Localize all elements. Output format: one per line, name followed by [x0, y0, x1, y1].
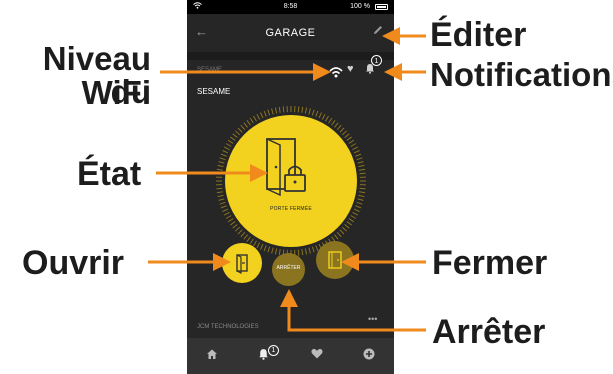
- callout-notifications: Notifications: [430, 56, 613, 93]
- bottom-tab-bar: 1: [187, 338, 394, 374]
- favorites-tab-icon[interactable]: [311, 348, 323, 362]
- nav-bar: ← GARAGE: [187, 14, 394, 52]
- more-options-icon[interactable]: •••: [368, 314, 377, 324]
- status-bar: 8:58 100 %: [187, 0, 394, 14]
- callout-edit: Éditer: [430, 16, 527, 54]
- callout-state: État: [77, 155, 142, 193]
- edit-pencil-icon[interactable]: [372, 24, 384, 39]
- wifi-level-icon: [329, 65, 343, 79]
- open-button[interactable]: [222, 243, 262, 283]
- device-small-label: SESAME: [197, 67, 223, 73]
- page-title: GARAGE: [265, 27, 316, 39]
- battery-percent: 100 %: [350, 3, 370, 10]
- state-button[interactable]: [225, 115, 357, 247]
- callout-stop: Arrêter: [432, 313, 546, 351]
- tab-notifications-badge: 1: [268, 345, 279, 356]
- door-open-icon: [236, 254, 248, 274]
- door-locked-icon: [266, 138, 306, 197]
- device-name: SESAME: [197, 87, 231, 96]
- stop-label: ARRÊTER: [276, 265, 301, 271]
- state-label: PORTE FERMÉE: [270, 206, 312, 212]
- add-device-tab-icon[interactable]: [363, 348, 375, 363]
- callout-open: Ouvrir: [22, 244, 125, 282]
- manufacturer-label: JCM TECHNOLOGIES: [197, 324, 259, 330]
- notifications-count-badge: 1: [371, 55, 382, 66]
- favorite-heart-icon[interactable]: ♥: [347, 63, 354, 75]
- home-tab-icon[interactable]: [206, 348, 218, 363]
- close-button[interactable]: [316, 241, 354, 279]
- callout-wifi-line2: WiFi: [81, 74, 151, 111]
- stop-button[interactable]: ARRÊTER: [272, 253, 305, 286]
- battery-icon: [375, 4, 388, 10]
- callout-close: Fermer: [432, 244, 548, 282]
- door-closed-icon: [328, 251, 342, 269]
